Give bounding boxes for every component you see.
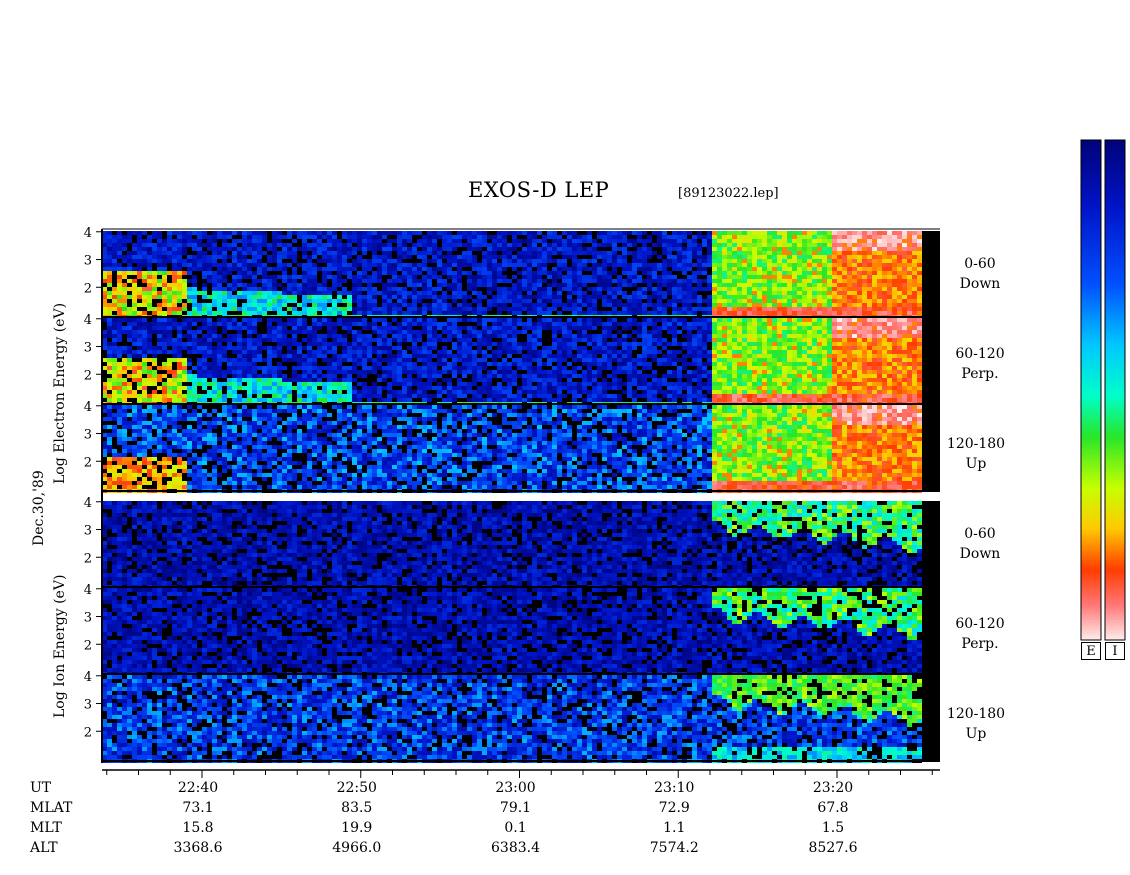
orbit-table-cell: 22:40 xyxy=(153,780,243,796)
panel-label-3: 120-180 Up xyxy=(936,434,1016,474)
panel-range: 60-120 xyxy=(940,344,1020,364)
panel-range: 120-180 xyxy=(936,434,1016,454)
orbit-table-cell: 8527.6 xyxy=(788,840,878,856)
panel-direction: Up xyxy=(936,454,1016,474)
panel-range: 0-60 xyxy=(940,254,1020,274)
y-tick-label: 3 xyxy=(84,428,92,443)
panel-label-5: 60-120 Perp. xyxy=(940,614,1020,654)
y-tick-label: 3 xyxy=(84,341,92,356)
panel-label-6: 120-180 Up xyxy=(936,704,1016,744)
y-tick-label: 4 xyxy=(84,670,92,685)
y-tick-label: 3 xyxy=(84,698,92,713)
spectrogram-panel xyxy=(102,501,922,589)
y-tick-label: 2 xyxy=(84,551,92,566)
y-tick-label: 4 xyxy=(84,226,92,241)
date-label: Dec.30,'89 xyxy=(31,470,47,546)
spectrogram-panel xyxy=(102,405,922,493)
y-tick-label: 2 xyxy=(84,281,92,296)
orbit-table-cell: 23:10 xyxy=(629,780,719,796)
panel-label-4: 0-60 Down xyxy=(940,524,1020,564)
orbit-table-cell: 1.5 xyxy=(788,820,878,836)
colorbar-label-electron: E xyxy=(1081,642,1101,660)
orbit-table-cell: 6383.4 xyxy=(471,840,561,856)
ion-axis-label: Log Ion Energy (eV) xyxy=(52,575,68,718)
y-tick-label: 2 xyxy=(84,638,92,653)
orbit-table-cell: 22:50 xyxy=(312,780,402,796)
row-name-mlat: MLAT xyxy=(30,800,72,816)
row-name-ut: UT xyxy=(30,780,51,796)
row-name-alt: ALT xyxy=(30,840,58,856)
y-tick-label: 3 xyxy=(84,611,92,626)
panel-end-strip xyxy=(922,501,940,587)
chart-title: EXOS-D LEP xyxy=(468,178,609,202)
y-tick-label: 4 xyxy=(84,496,92,511)
panel-end-strip xyxy=(922,231,940,317)
spectrogram-panel xyxy=(102,231,922,319)
orbit-table-cell: 83.5 xyxy=(312,800,402,816)
panel-end-strip xyxy=(922,588,940,674)
spectrogram-panel xyxy=(102,588,922,676)
colorbar-label-ion: I xyxy=(1105,642,1125,660)
y-tick-label: 2 xyxy=(84,368,92,383)
panel-range: 60-120 xyxy=(940,614,1020,634)
orbit-table-cell: 23:00 xyxy=(471,780,561,796)
panel-direction: Down xyxy=(940,274,1020,294)
colorbar-ion xyxy=(1105,140,1125,641)
panel-range: 120-180 xyxy=(936,704,1016,724)
panel-range: 0-60 xyxy=(940,524,1020,544)
orbit-table-cell: 7574.2 xyxy=(629,840,719,856)
orbit-table-cell: 23:20 xyxy=(788,780,878,796)
electron-axis-label: Log Electron Energy (eV) xyxy=(52,303,68,484)
orbit-table-cell: 1.1 xyxy=(629,820,719,836)
panel-label-1: 0-60 Down xyxy=(940,254,1020,294)
panel-label-2: 60-120 Perp. xyxy=(940,344,1020,384)
panel-direction: Up xyxy=(936,724,1016,744)
y-tick-label: 3 xyxy=(84,254,92,269)
y-tick-label: 4 xyxy=(84,400,92,415)
panel-direction: Perp. xyxy=(940,634,1020,654)
spectrogram-panel xyxy=(102,318,922,406)
y-tick-label: 3 xyxy=(84,524,92,539)
panel-end-strip xyxy=(922,318,940,404)
orbit-table-cell: 3368.6 xyxy=(153,840,243,856)
orbit-table-cell: 67.8 xyxy=(788,800,878,816)
orbit-table-cell: 15.8 xyxy=(153,820,243,836)
panel-direction: Perp. xyxy=(940,364,1020,384)
orbit-table-cell: 19.9 xyxy=(312,820,402,836)
orbit-table-cell: 72.9 xyxy=(629,800,719,816)
orbit-table-cell: 0.1 xyxy=(471,820,561,836)
panel-direction: Down xyxy=(940,544,1020,564)
file-name: [89123022.lep] xyxy=(678,186,779,201)
y-tick-label: 4 xyxy=(84,583,92,598)
colorbar-electron xyxy=(1081,140,1101,641)
y-tick-label: 2 xyxy=(84,455,92,470)
orbit-table-cell: 79.1 xyxy=(471,800,561,816)
y-tick-label: 4 xyxy=(84,313,92,328)
row-name-mlt: MLT xyxy=(30,820,62,836)
orbit-table-cell: 73.1 xyxy=(153,800,243,816)
y-tick-label: 2 xyxy=(84,725,92,740)
orbit-table-cell: 4966.0 xyxy=(312,840,402,856)
spectrogram-panel xyxy=(102,675,922,763)
